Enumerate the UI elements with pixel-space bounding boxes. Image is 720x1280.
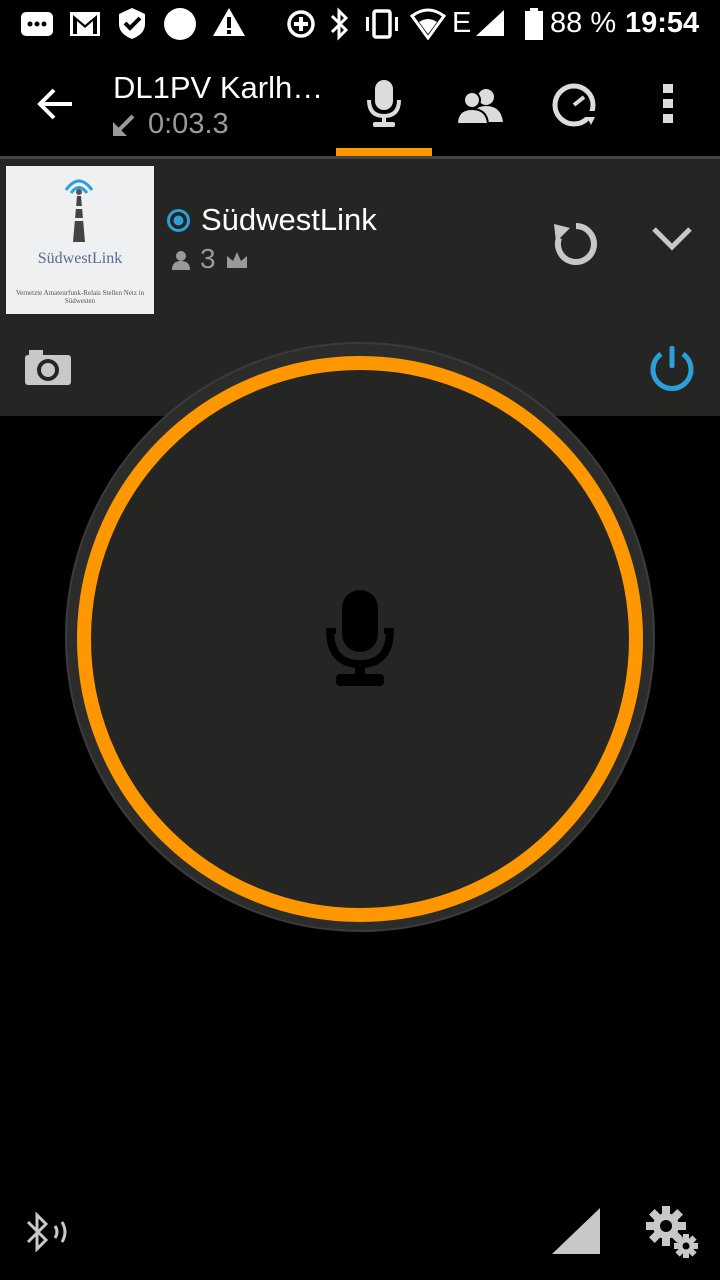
tab-microphone[interactable] xyxy=(364,78,404,130)
camera-icon[interactable] xyxy=(23,348,73,388)
power-icon[interactable] xyxy=(646,343,698,395)
channel-name[interactable]: SüdwestLink xyxy=(201,202,377,238)
circle-icon xyxy=(164,8,196,40)
incoming-call-icon xyxy=(113,114,135,136)
contact-title: DL1PV Karlh… xyxy=(113,70,324,105)
crown-icon xyxy=(227,252,247,268)
bluetooth-icon xyxy=(330,7,349,41)
signal-icon xyxy=(476,10,504,36)
gmail-icon xyxy=(70,12,100,36)
call-timer: 0:03.3 xyxy=(148,108,229,140)
thumbnail-title: SüdwestLink xyxy=(37,250,123,267)
message-icon xyxy=(21,12,53,36)
antenna-logo-icon xyxy=(64,179,94,242)
user-count: 3 xyxy=(200,243,216,274)
tab-contacts[interactable] xyxy=(455,86,505,126)
status-bar: E 88 % 19:54 xyxy=(0,0,720,50)
warning-icon xyxy=(213,8,245,36)
signal-strength-icon xyxy=(552,1208,600,1254)
microphone-icon xyxy=(326,590,394,686)
data-saver-icon xyxy=(287,10,315,38)
battery-percent: 88 % xyxy=(550,7,617,39)
tab-recents[interactable] xyxy=(550,81,600,129)
back-arrow-icon[interactable] xyxy=(36,87,76,121)
bluetooth-headset-icon[interactable] xyxy=(22,1206,74,1258)
settings-gears-icon[interactable] xyxy=(644,1204,700,1260)
chevron-down-icon[interactable] xyxy=(650,225,694,253)
thumbnail-subtitle: Vernetzte Amateurfunk-Relais Stellen Net… xyxy=(15,289,145,305)
check-shield-icon xyxy=(119,8,145,39)
wifi-icon xyxy=(410,8,446,40)
battery-icon xyxy=(525,8,543,40)
online-status-icon xyxy=(167,209,190,232)
clock: 19:54 xyxy=(625,7,700,39)
vibrate-icon xyxy=(366,9,398,39)
network-type: E xyxy=(452,7,472,39)
overflow-menu-icon[interactable] xyxy=(660,82,676,126)
refresh-icon[interactable] xyxy=(550,218,602,270)
toolbar: DL1PV Karlh… 0:03.3 xyxy=(0,50,720,158)
user-icon xyxy=(172,251,190,270)
channel-thumbnail[interactable]: SüdwestLink Vernetzte Amateurfunk-Relais… xyxy=(6,166,154,314)
